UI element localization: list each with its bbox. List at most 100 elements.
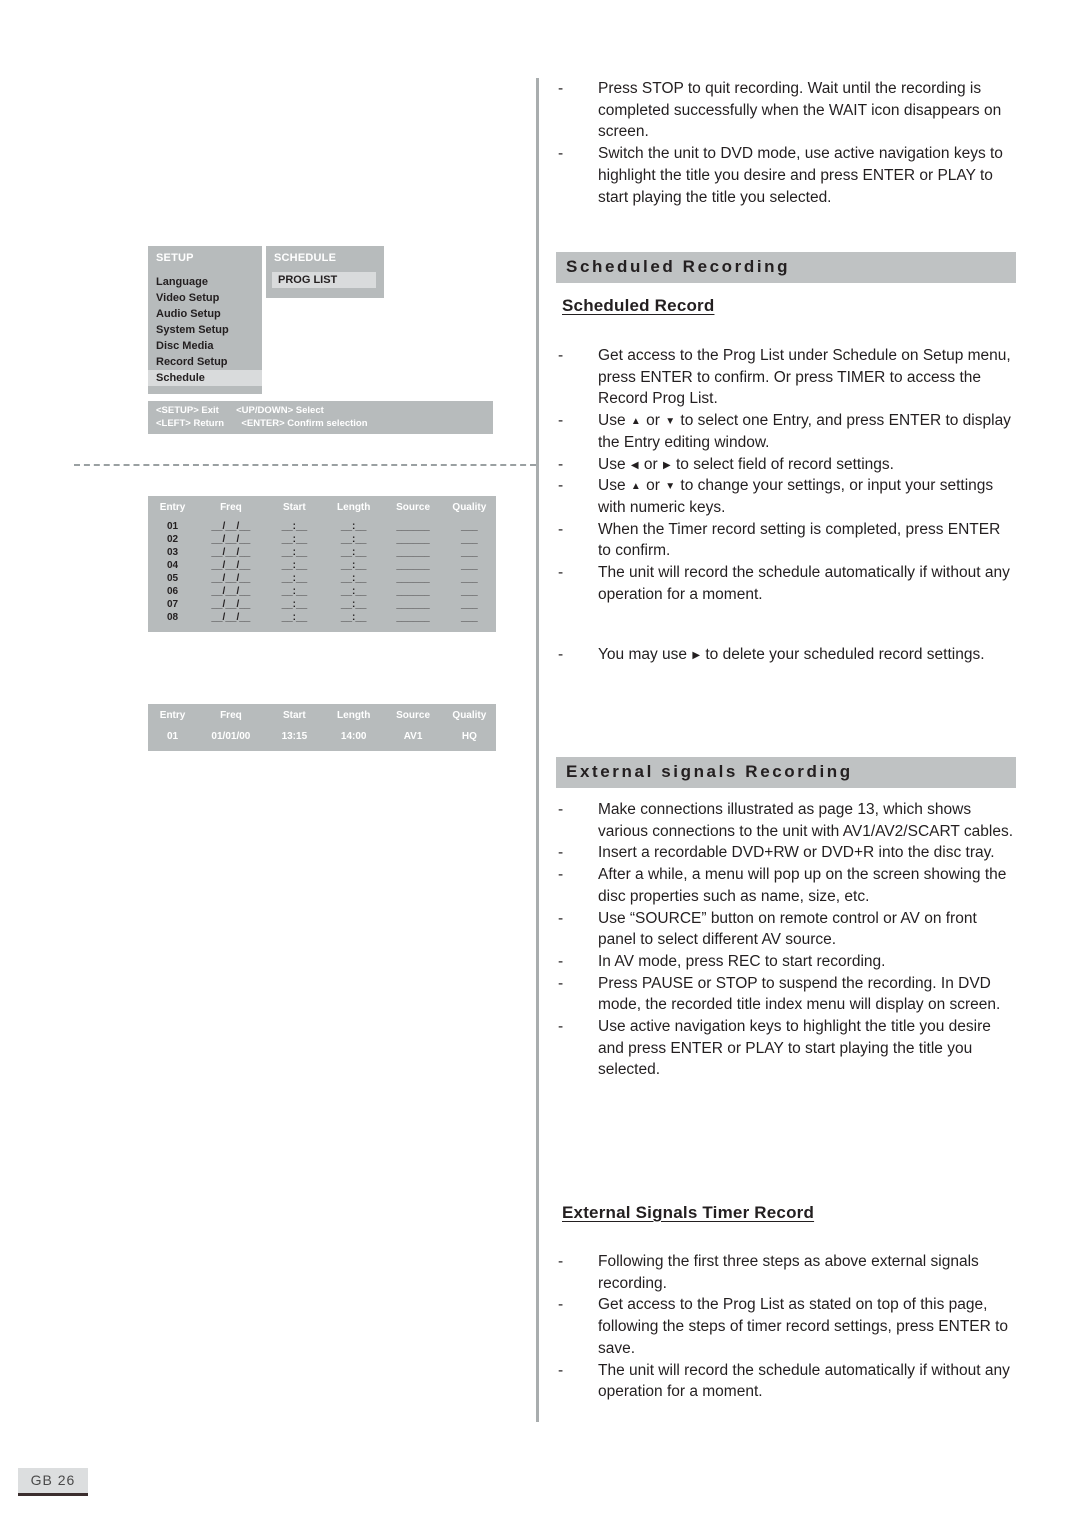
osd-menu-item-audio-setup[interactable]: Audio Setup [148, 306, 262, 322]
subheading-scheduled-record: Scheduled Record [562, 296, 715, 315]
osd-hint-enter-confirm: <ENTER> Confirm selection [241, 418, 368, 429]
column-header-source: Source [396, 502, 431, 513]
cell-start: 13:15 [281, 731, 308, 742]
cell-start: __:__ [281, 612, 308, 623]
osd-key-hint-bar: <SETUP> Exit <UP/DOWN> Select <LEFT> Ret… [148, 401, 493, 434]
arrow-up-icon: ▲ [630, 416, 641, 428]
column-header-quality: Quality [452, 502, 487, 513]
cell-entry: 01 [167, 731, 179, 742]
section-heading-external-signals-recording: External signals Recording [556, 757, 1016, 788]
cell-quality: HQ [461, 731, 477, 742]
cell-quality: ___ [461, 547, 478, 558]
osd-menu-item-schedule[interactable]: Schedule [148, 370, 262, 386]
cell-quality: ___ [461, 521, 478, 532]
arrow-right-icon: ▶ [692, 650, 701, 661]
arrow-down-icon: ▼ [665, 416, 676, 428]
cell-entry: 07 [167, 599, 179, 610]
cell-start: __:__ [281, 547, 308, 558]
table-row[interactable]: 08 __/__/__ __:__ __:__ ______ ___ [148, 611, 496, 624]
column-header-freq: Freq [220, 710, 242, 721]
cell-entry: 06 [167, 586, 179, 597]
instruction-item: Switch the unit to DVD mode, use active … [556, 143, 1016, 208]
instruction-item: Insert a recordable DVD+RW or DVD+R into… [556, 842, 1016, 864]
table-row[interactable]: 02 __/__/__ __:__ __:__ ______ ___ [148, 533, 496, 546]
cell-source: ______ [396, 573, 430, 584]
column-header-quality: Quality [452, 710, 487, 721]
osd-menu-item-prog-list[interactable]: PROG LIST [272, 272, 376, 288]
cell-quality: ___ [461, 586, 478, 597]
osd-menu-item-system-setup[interactable]: System Setup [148, 322, 262, 338]
cell-quality: ___ [461, 573, 478, 584]
section-heading-scheduled-recording: Scheduled Recording [556, 252, 1016, 283]
table-head: Entry Freq Start Length Source Quality [148, 502, 496, 520]
cell-length: 14:00 [340, 731, 367, 742]
osd-hint-line-1: <SETUP> Exit <UP/DOWN> Select [148, 404, 493, 417]
table-row[interactable]: 01 01/01/00 13:15 14:00 AV1 HQ [148, 728, 496, 743]
cell-freq: 01/01/00 [211, 731, 251, 742]
page-footer: GB 26 [18, 1468, 88, 1496]
cell-length: __:__ [340, 547, 367, 558]
cell-source: ______ [396, 612, 430, 623]
page-number: GB 26 [30, 1472, 76, 1488]
instruction-item: Use ▲ or ▼ to select one Entry, and pres… [556, 410, 1016, 453]
column-header-entry: Entry [159, 710, 186, 721]
osd-menu-item-language[interactable]: Language [148, 274, 262, 290]
cell-freq: __/__/__ [211, 534, 251, 545]
cell-length: __:__ [340, 534, 367, 545]
cell-start: __:__ [281, 534, 308, 545]
cell-source: ______ [396, 547, 430, 558]
cell-source: ______ [396, 534, 430, 545]
table-row[interactable]: 07 __/__/__ __:__ __:__ ______ ___ [148, 598, 496, 611]
external-signals-timer-instruction-list: Following the first three steps as above… [556, 1251, 1016, 1403]
table-header-row: Entry Freq Start Length Source Quality [148, 710, 496, 728]
instruction-item: In AV mode, press REC to start recording… [556, 951, 1016, 973]
instruction-item: Press PAUSE or STOP to suspend the recor… [556, 973, 1016, 1016]
cell-quality: ___ [461, 612, 478, 623]
cell-length: __:__ [340, 521, 367, 532]
prog-list-empty: Entry Freq Start Length Source Quality 0… [148, 502, 496, 624]
osd-hint-line-2: <LEFT> Return <ENTER> Confirm selection [148, 417, 493, 430]
delete-schedule-instruction-list: You may use ▶ to delete your scheduled r… [556, 644, 1016, 666]
cell-quality: ___ [461, 599, 478, 610]
column-header-length: Length [337, 710, 371, 721]
cell-entry: 03 [167, 547, 179, 558]
osd-setup-title: SETUP [156, 252, 194, 264]
cell-freq: __/__/__ [211, 521, 251, 532]
arrow-down-icon: ▼ [665, 481, 676, 493]
column-header-length: Length [337, 502, 371, 513]
cell-entry: 04 [167, 560, 179, 571]
left-illustration-column: SETUP Language Video Setup Audio Setup S… [0, 0, 536, 1528]
cell-length: __:__ [340, 599, 367, 610]
table-row[interactable]: 03 __/__/__ __:__ __:__ ______ ___ [148, 546, 496, 559]
table-row[interactable]: 04 __/__/__ __:__ __:__ ______ ___ [148, 559, 496, 572]
table-row[interactable]: 06 __/__/__ __:__ __:__ ______ ___ [148, 585, 496, 598]
column-header-freq: Freq [220, 502, 242, 513]
cell-source: AV1 [403, 731, 423, 742]
table-head: Entry Freq Start Length Source Quality [148, 710, 496, 728]
arrow-right-icon: ▶ [662, 459, 671, 471]
table-row[interactable]: 05 __/__/__ __:__ __:__ ______ ___ [148, 572, 496, 585]
osd-schedule-title: SCHEDULE [274, 252, 337, 264]
osd-menu-item-disc-media[interactable]: Disc Media [148, 338, 262, 354]
instruction-item: You may use ▶ to delete your scheduled r… [556, 644, 1016, 666]
osd-setup-menu: SETUP Language Video Setup Audio Setup S… [148, 246, 262, 394]
cell-entry: 05 [167, 573, 179, 584]
instruction-item: Use ◀ or ▶ to select field of record set… [556, 454, 1016, 476]
osd-menu-item-record-setup[interactable]: Record Setup [148, 354, 262, 370]
cell-source: ______ [396, 599, 430, 610]
cell-source: ______ [396, 586, 430, 597]
prog-list-filled-body: 01 01/01/00 13:15 14:00 AV1 HQ [148, 728, 496, 743]
instruction-item: The unit will record the schedule automa… [556, 1360, 1016, 1403]
table-row[interactable]: 01 __/__/__ __:__ __:__ ______ ___ [148, 520, 496, 533]
cell-entry: 01 [167, 521, 179, 532]
cell-length: __:__ [340, 612, 367, 623]
cell-start: __:__ [281, 599, 308, 610]
column-header-source: Source [396, 710, 431, 721]
cell-start: __:__ [281, 586, 308, 597]
cell-freq: __/__/__ [211, 612, 251, 623]
cell-length: __:__ [340, 560, 367, 571]
cell-entry: 08 [167, 612, 179, 623]
cell-quality: ___ [461, 560, 478, 571]
instruction-item: Use ▲ or ▼ to change your settings, or i… [556, 475, 1016, 518]
osd-menu-item-video-setup[interactable]: Video Setup [148, 290, 262, 306]
